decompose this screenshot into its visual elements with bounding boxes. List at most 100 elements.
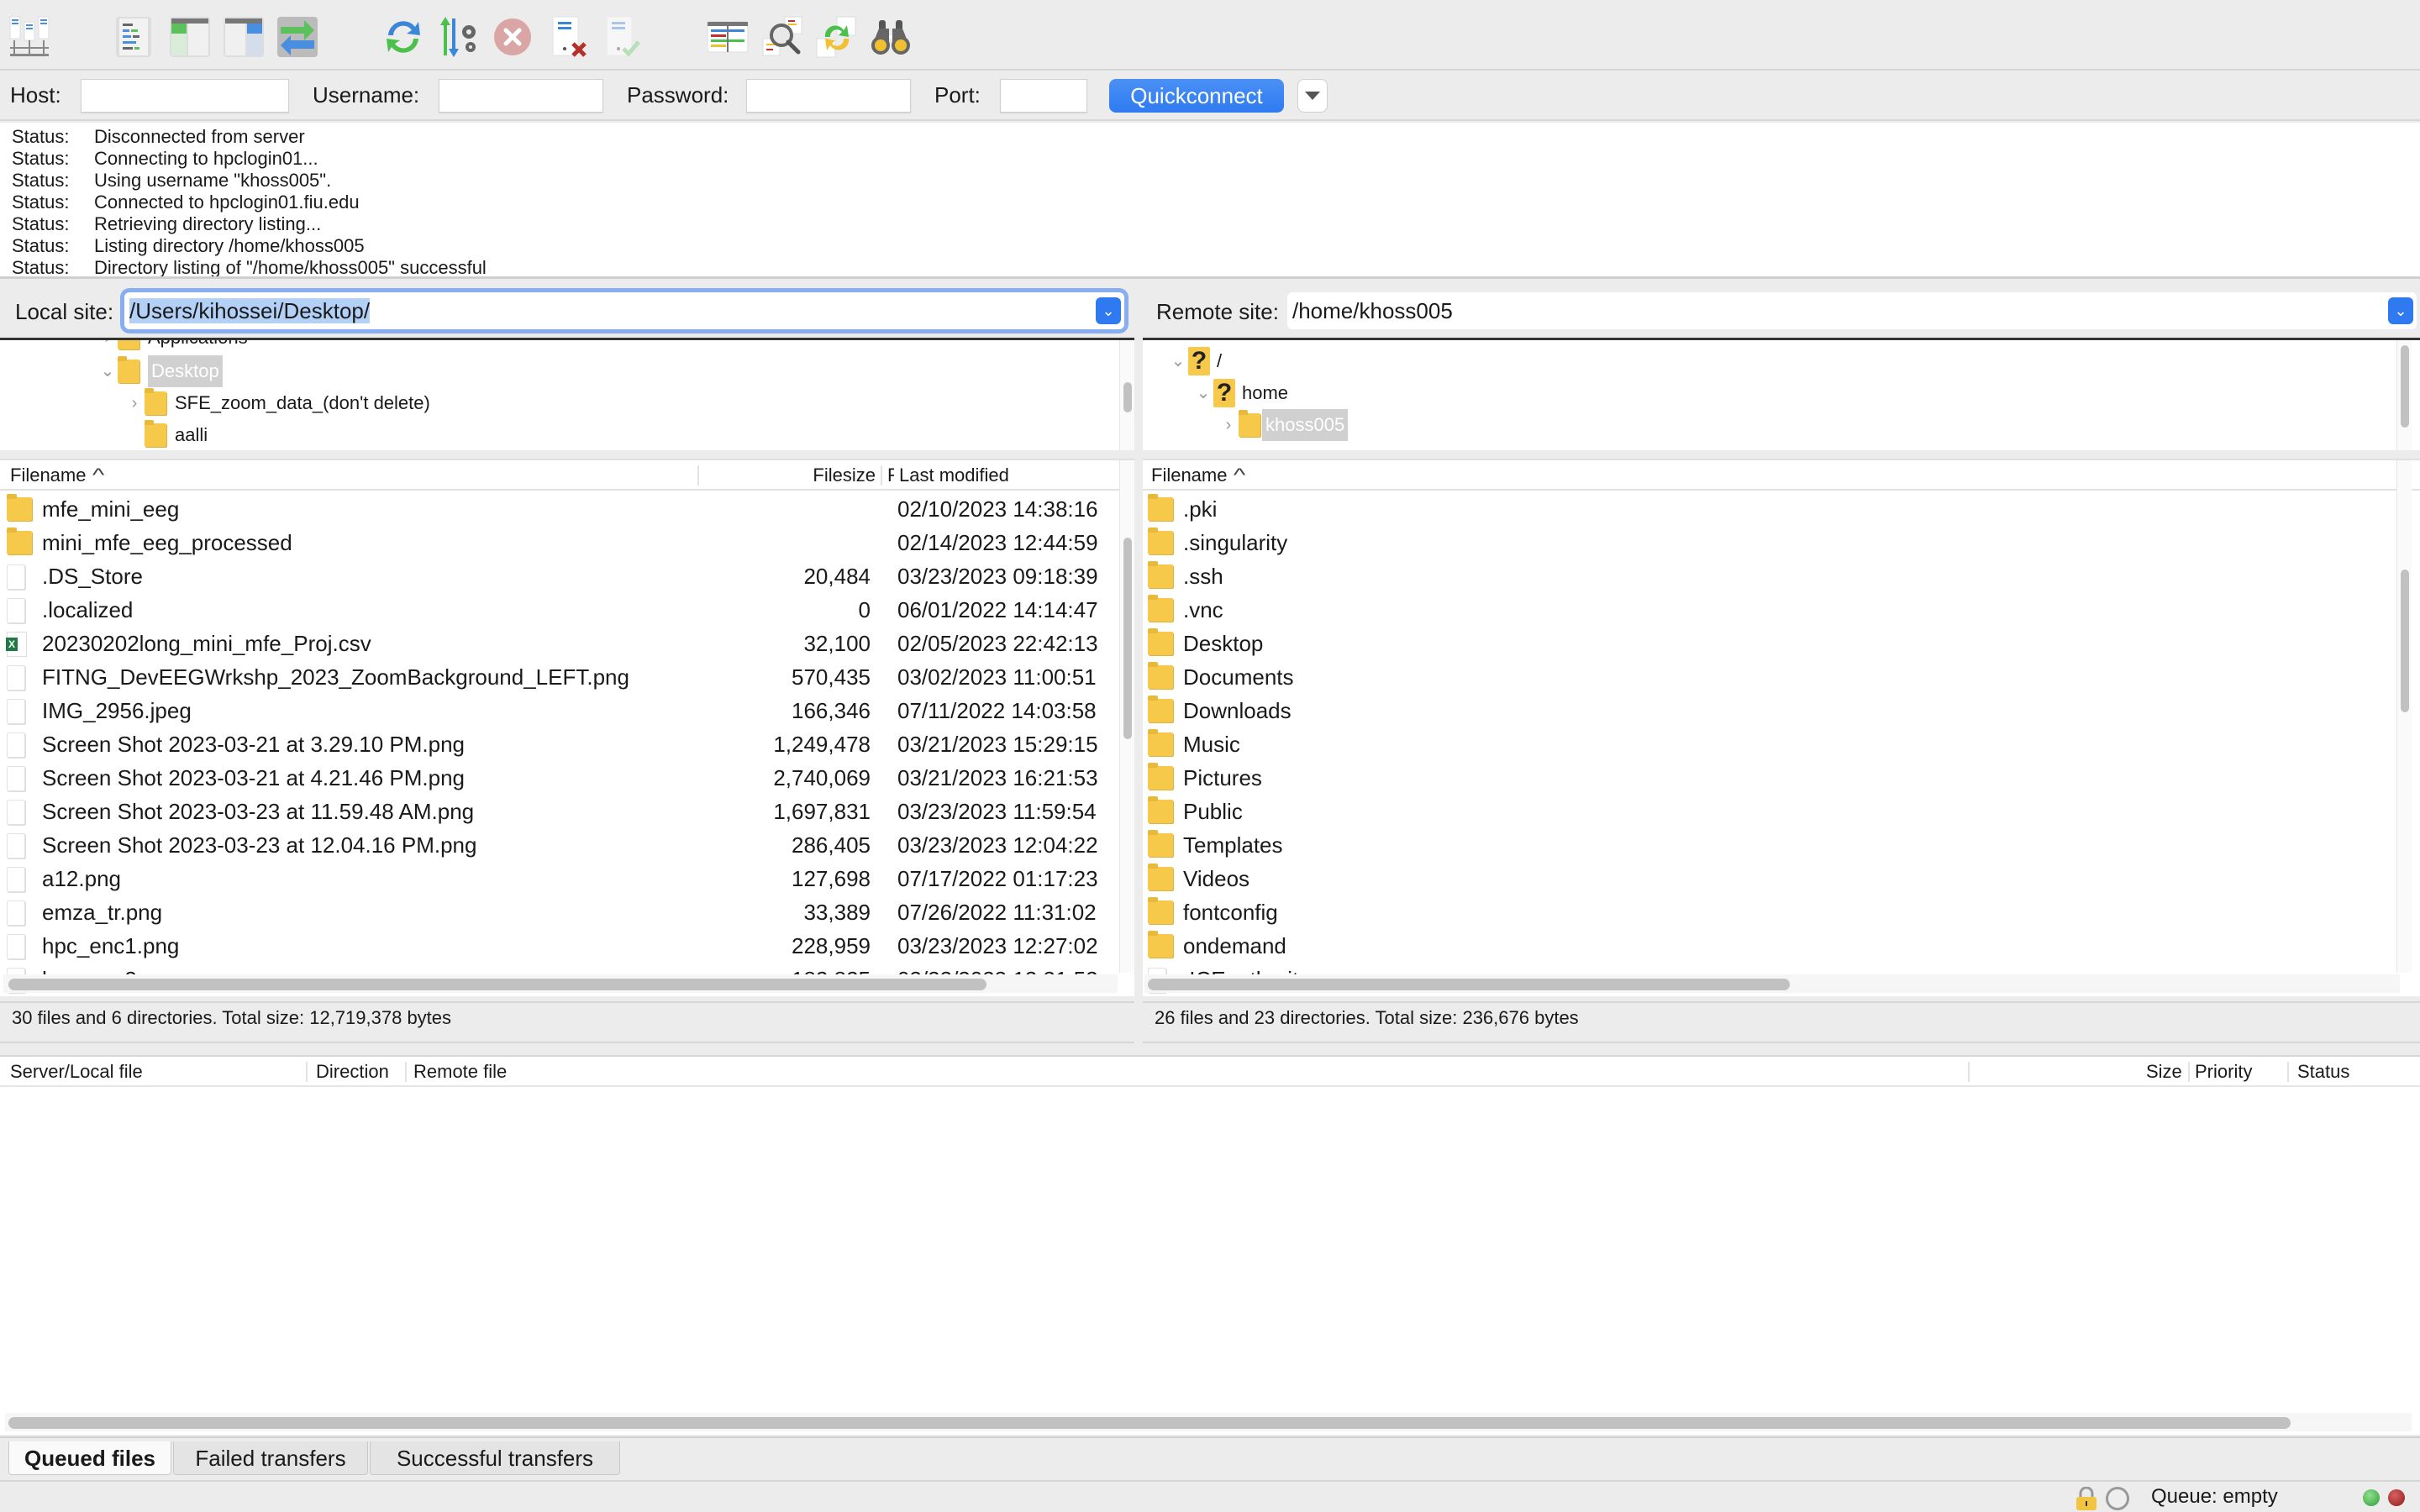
column-header-filename[interactable]: Filename ^ (10, 460, 105, 491)
synchronized-browsing-button[interactable] (813, 13, 860, 60)
column-header-server-local-file[interactable]: Server/Local file (10, 1057, 143, 1087)
message-log[interactable]: Status: Disconnected from server Status: C… (0, 123, 2420, 279)
column-header-filename[interactable]: Filename ^ (1151, 460, 1246, 491)
tab-queued-files[interactable]: Queued files (8, 1441, 171, 1475)
process-queue-button[interactable] (435, 13, 482, 60)
file-row[interactable]: hpc_enc1.png 228,959 03/23/2023 12:27:02 (0, 929, 1134, 963)
quickconnect-button[interactable]: Quickconnect (1109, 79, 1284, 113)
tree-item[interactable]: ⌄ ? / (1168, 345, 1222, 377)
local-list-hscrollbar[interactable] (3, 974, 1118, 993)
column-separator[interactable] (2287, 1062, 2289, 1082)
file-row[interactable]: mfe_mini_eeg 02/10/2023 14:38:16 (0, 492, 1134, 526)
file-row[interactable]: .vnc (1143, 593, 2420, 627)
column-header-filesize[interactable]: Filesize (813, 460, 876, 491)
file-row[interactable]: .DS_Store 20,484 03/23/2023 09:18:39 (0, 559, 1134, 593)
file-row[interactable]: .singularity (1143, 526, 2420, 559)
file-row[interactable]: Public (1143, 795, 2420, 828)
file-row[interactable]: emza_tr.png 33,389 07/26/2022 11:31:02 (0, 895, 1134, 929)
remote-list-scrollbar[interactable] (2396, 460, 2412, 973)
local-file-list[interactable]: Filename^ Filesize F Last modified mfe_m… (0, 459, 1134, 996)
tree-item[interactable]: aalli (145, 419, 208, 450)
file-row[interactable]: IMG_2956.jpeg 166,346 07/11/2022 14:03:58 (0, 694, 1134, 727)
speed-limit-icon[interactable] (2106, 1487, 2129, 1510)
search-remote-files-button[interactable] (867, 13, 914, 60)
scrollbar-thumb[interactable] (8, 979, 986, 990)
file-row[interactable]: Documents (1143, 660, 2420, 694)
remote-path-dropdown-button[interactable]: ⌄ (2388, 297, 2413, 324)
toggle-local-tree-button[interactable] (166, 13, 213, 60)
file-row[interactable]: Videos (1143, 862, 2420, 895)
file-row[interactable]: .pki (1143, 492, 2420, 526)
file-row[interactable]: Screen Shot 2023-03-21 at 4.21.46 PM.png… (0, 761, 1134, 795)
refresh-button[interactable] (380, 13, 427, 60)
local-list-scrollbar[interactable] (1119, 460, 1134, 973)
column-separator[interactable] (697, 465, 699, 486)
tree-item[interactable]: › khoss005 (1218, 409, 1349, 441)
queue-hscrollbar[interactable] (5, 1413, 2412, 1431)
local-path-combobox[interactable]: /Users/kihossei/Desktop/ ⌄ (124, 292, 1124, 329)
file-row[interactable]: fontconfig (1143, 895, 2420, 929)
column-header-filetype[interactable]: F (887, 460, 894, 491)
username-input[interactable] (439, 79, 603, 113)
column-header-size[interactable]: Size (2146, 1057, 2182, 1087)
file-row[interactable]: FITNG_DevEEGWrkshp_2023_ZoomBackground_L… (0, 660, 1134, 694)
quickconnect-history-dropdown[interactable] (1297, 79, 1328, 113)
column-separator[interactable] (1968, 1062, 1970, 1082)
remote-tree-scrollbar[interactable] (2396, 340, 2412, 450)
column-separator[interactable] (2188, 1062, 2190, 1082)
file-row[interactable]: 20230202long_mini_mfe_Proj.csv 32,100 02/0… (0, 627, 1134, 660)
scrollbar-thumb[interactable] (1123, 538, 1132, 739)
cancel-operation-button[interactable] (489, 13, 536, 60)
file-row[interactable]: Downloads (1143, 694, 2420, 727)
remote-list-hscrollbar[interactable] (1144, 974, 2400, 993)
column-header-direction[interactable]: Direction (316, 1057, 389, 1087)
local-tree-scrollbar[interactable] (1119, 340, 1134, 450)
transfer-queue[interactable]: Server/Local file Direction Remote file … (0, 1055, 2420, 1435)
lock-icon[interactable] (2074, 1487, 2099, 1510)
password-input[interactable] (746, 79, 911, 113)
tab-successful-transfers[interactable]: Successful transfers (370, 1441, 620, 1475)
file-row[interactable]: Templates (1143, 828, 2420, 862)
remote-path-combobox[interactable]: /home/khoss005 ⌄ (1287, 292, 2417, 329)
column-header-last-modified[interactable]: Last modified (899, 460, 1009, 491)
file-row[interactable]: a12.png 127,698 07/17/2022 01:17:23 (0, 862, 1134, 895)
remote-directory-tree[interactable]: ⌄ ? / ⌄ ? home › khoss005 (1143, 338, 2420, 450)
column-header-priority[interactable]: Priority (2195, 1057, 2252, 1087)
local-directory-tree[interactable]: › Applications ⌄ Desktop › SFE_zoom_data… (0, 338, 1134, 450)
file-row[interactable]: Screen Shot 2023-03-21 at 3.29.10 PM.png… (0, 727, 1134, 761)
column-header-status[interactable]: Status (2297, 1057, 2349, 1087)
file-row[interactable]: Desktop (1143, 627, 2420, 660)
directory-comparison-button[interactable] (760, 13, 807, 60)
scrollbar-thumb[interactable] (2401, 570, 2409, 712)
directory-filter-button[interactable] (704, 13, 751, 60)
column-separator[interactable] (881, 465, 882, 486)
scrollbar-thumb[interactable] (1148, 979, 1790, 990)
file-row[interactable]: .localized 0 06/01/2022 14:14:47 (0, 593, 1134, 627)
file-row[interactable]: Pictures (1143, 761, 2420, 795)
scrollbar-thumb[interactable] (1123, 382, 1132, 412)
file-row[interactable]: Music (1143, 727, 2420, 761)
file-row[interactable]: mini_mfe_eeg_processed 02/14/2023 12:44:5… (0, 526, 1134, 559)
file-row[interactable]: ondemand (1143, 929, 2420, 963)
scrollbar-thumb[interactable] (8, 1417, 2291, 1429)
tree-item[interactable]: ⌄ Desktop (97, 355, 223, 387)
tree-item[interactable]: › Applications (97, 340, 248, 354)
column-separator[interactable] (405, 1062, 407, 1082)
site-manager-button[interactable] (7, 13, 54, 60)
file-row[interactable]: .ssh (1143, 559, 2420, 593)
toggle-remote-tree-button[interactable] (220, 13, 267, 60)
tree-item[interactable]: › SFE_zoom_data_(don't delete) (124, 387, 430, 419)
local-path-dropdown-button[interactable]: ⌄ (1096, 297, 1121, 324)
reconnect-button[interactable] (598, 13, 645, 60)
column-header-remote-file[interactable]: Remote file (413, 1057, 507, 1087)
column-separator[interactable] (306, 1062, 308, 1082)
host-input[interactable] (81, 79, 289, 113)
file-row[interactable]: Screen Shot 2023-03-23 at 12.04.16 PM.pn… (0, 828, 1134, 862)
disconnect-button[interactable] (544, 13, 592, 60)
toggle-transfer-queue-button[interactable] (274, 13, 321, 60)
scrollbar-thumb[interactable] (2401, 345, 2409, 428)
tab-failed-transfers[interactable]: Failed transfers (173, 1441, 368, 1475)
toggle-message-log-button[interactable] (111, 13, 158, 60)
file-row[interactable]: Screen Shot 2023-03-23 at 11.59.48 AM.pn… (0, 795, 1134, 828)
port-input[interactable] (1000, 79, 1087, 113)
